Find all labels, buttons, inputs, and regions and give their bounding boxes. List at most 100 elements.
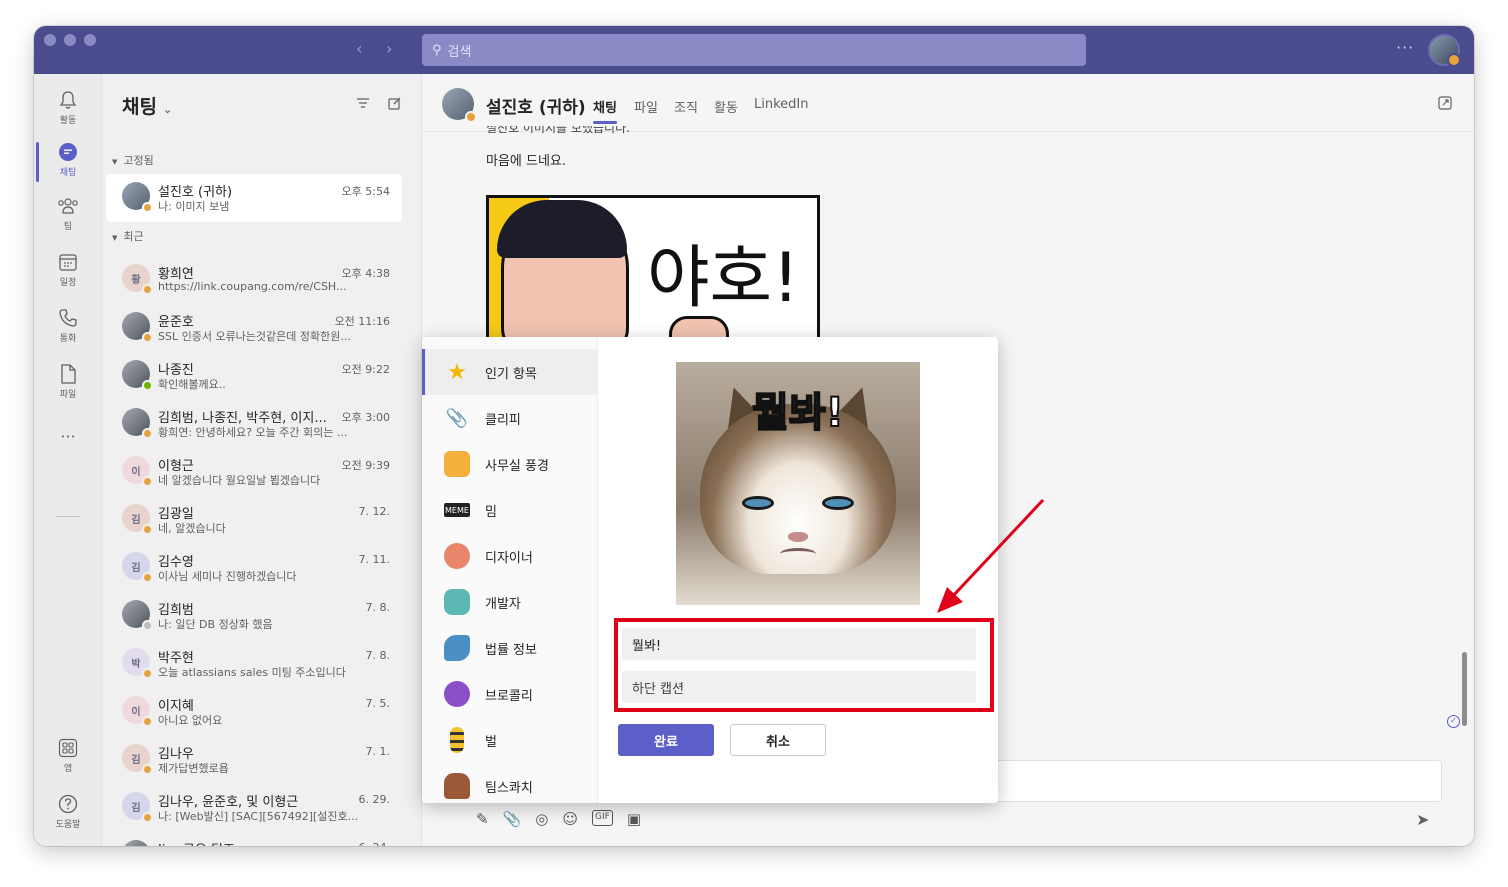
chat-time: 7. 1.: [365, 745, 391, 758]
chat-name: Jira 공유 팀즈: [158, 839, 235, 846]
rail-activity[interactable]: 활동: [34, 82, 102, 134]
chat-preview: 아니요 없어요: [158, 714, 223, 727]
rail-files[interactable]: 파일: [34, 356, 102, 408]
tab-files[interactable]: 파일: [634, 97, 658, 116]
chat-item-pinned[interactable]: 설진호 (귀하) 오후 5:54 나: 이미지 보냄: [106, 174, 402, 222]
category-developer[interactable]: 개발자: [422, 579, 597, 625]
contact-avatar[interactable]: [442, 88, 477, 123]
minimize-window-button[interactable]: [64, 34, 76, 46]
chat-item[interactable]: 이 이지혜 7. 5. 아니요 없어요: [106, 688, 402, 736]
rail-calls[interactable]: 통화: [34, 300, 102, 352]
chat-list-title[interactable]: 채팅 ⌄: [122, 92, 172, 119]
chat-item[interactable]: 김희범 7. 8. 나: 일단 DB 정상화 했음: [106, 592, 402, 640]
avatar: [122, 312, 153, 343]
chat-list-panel: 채팅 ⌄ ▼ 고정됨 설진호 (귀하) 오후 5:54 나: 이미지 보냄 ▼ 최근 …: [102, 74, 422, 846]
category-meme[interactable]: MEME 밈: [422, 487, 597, 533]
send-icon[interactable]: ➤: [1416, 810, 1429, 829]
legal-icon: [444, 635, 470, 661]
chat-time: 오전 9:39: [341, 459, 390, 472]
category-clippy[interactable]: 📎 클리피: [422, 395, 597, 441]
sent-sticker-image[interactable]: 야호!: [486, 195, 820, 345]
tab-chat[interactable]: 채팅: [593, 97, 617, 124]
avatar: 김: [122, 744, 153, 775]
avatar: [122, 360, 153, 391]
chat-item[interactable]: 박 박주현 7. 8. 오늘 atlassians sales 미팅 주소입니다: [106, 640, 402, 688]
category-sasquatch[interactable]: 팀스콰치: [422, 763, 597, 803]
read-receipt-icon: ✓: [1447, 715, 1460, 728]
sticker-text: 야호!: [647, 239, 800, 318]
category-designer[interactable]: 디자이너: [422, 533, 597, 579]
chat-item[interactable]: 김 김나우, 윤준호, 및 이형근 6. 29. 나: [Web발신] [SAC][5…: [106, 784, 402, 832]
chat-icon: [59, 143, 77, 161]
chat-item[interactable]: 김 김광일 7. 12. 네, 알겠습니다: [106, 496, 402, 544]
chat-item[interactable]: 김희범, 나종진, 박주현, 이지... 오후 3:00 황희연: 안녕하세요? 오…: [106, 400, 402, 448]
recent-section-header[interactable]: ▼ 최근: [112, 228, 144, 244]
tab-activity[interactable]: 활동: [714, 97, 738, 116]
loop-icon[interactable]: ◎: [535, 810, 548, 828]
tab-linkedin[interactable]: LinkedIn: [754, 97, 808, 112]
developer-icon: [444, 589, 470, 615]
avatar: 김: [122, 552, 153, 583]
avatar: [122, 840, 150, 846]
chat-preview: 확인해볼께요..: [158, 378, 226, 391]
meme-icon: MEME: [444, 503, 470, 517]
avatar: 이: [122, 696, 153, 727]
sticker-icon[interactable]: ▣: [627, 810, 641, 828]
chat-preview: 나: [Web발신] [SAC][567492][설진호...: [158, 810, 358, 823]
category-bee[interactable]: 벌: [422, 717, 597, 763]
chat-preview: https://link.coupang.com/re/CSH...: [158, 280, 347, 293]
chat-time: 7. 12.: [358, 505, 391, 518]
avatar: [122, 408, 153, 439]
scrollbar[interactable]: [1462, 652, 1467, 726]
rail-chat[interactable]: 채팅: [34, 134, 102, 186]
close-window-button[interactable]: [44, 34, 56, 46]
chat-item[interactable]: 김 김나우 7. 1. 제가답변했로욥: [106, 736, 402, 784]
new-chat-icon[interactable]: [388, 96, 402, 110]
rail-apps[interactable]: 앱: [34, 730, 102, 782]
chat-time: 7. 5.: [365, 697, 391, 710]
maximize-window-button[interactable]: [84, 34, 96, 46]
category-office[interactable]: 사무실 풍경: [422, 441, 597, 487]
help-icon: [58, 794, 78, 814]
category-broccoli[interactable]: 브로콜리: [422, 671, 597, 717]
chat-time: 오전 9:22: [341, 363, 390, 376]
chat-time: 7. 8.: [365, 601, 391, 614]
chat-item[interactable]: 윤준호 오전 11:16 SSL 인증서 오류나는것같은데 정확한원...: [106, 304, 402, 352]
broccoli-icon: [444, 681, 470, 707]
office-icon: [444, 451, 470, 477]
chat-item[interactable]: 나종진 오전 9:22 확인해볼께요..: [106, 352, 402, 400]
search-input[interactable]: ⚲ 검색: [422, 34, 1086, 66]
rail-teams[interactable]: 팀: [34, 188, 102, 240]
cancel-button[interactable]: 취소: [730, 724, 826, 756]
conversation-header: 설진호 (귀하) 채팅 파일 조직 활동 LinkedIn: [422, 74, 1474, 132]
paperclip-icon: 📎: [445, 407, 469, 429]
back-arrow-icon[interactable]: ‹: [356, 39, 362, 58]
rail-more-apps[interactable]: ···: [34, 410, 102, 462]
category-popular[interactable]: ★ 인기 항목: [422, 349, 597, 395]
gif-icon[interactable]: GIF: [592, 810, 613, 826]
rail-help[interactable]: 도움말: [34, 786, 102, 838]
format-icon[interactable]: ✎: [476, 810, 489, 828]
pinned-section-header[interactable]: ▼ 고정됨: [112, 152, 154, 168]
profile-avatar[interactable]: [1428, 34, 1461, 67]
attach-icon[interactable]: 📎: [503, 810, 522, 828]
search-icon: ⚲: [432, 42, 442, 58]
forward-arrow-icon[interactable]: ›: [386, 39, 392, 58]
more-options-icon[interactable]: ···: [1396, 38, 1414, 57]
emoji-icon[interactable]: ☺: [562, 810, 578, 828]
avatar: 김: [122, 504, 153, 535]
category-legal[interactable]: 법률 정보: [422, 625, 597, 671]
chat-item[interactable]: Jira 공유 팀즈 6. 24.: [106, 832, 402, 846]
contact-name[interactable]: 설진호 (귀하): [486, 93, 586, 118]
chat-item[interactable]: 김 김수영 7. 11. 이사님 세미나 진행하겠습니다: [106, 544, 402, 592]
filter-icon[interactable]: [356, 96, 370, 110]
chat-time: 오전 11:16: [334, 315, 390, 328]
rail-calendar[interactable]: 일정: [34, 244, 102, 296]
title-bar: ‹ › ⚲ 검색 ···: [34, 26, 1474, 74]
popout-icon[interactable]: [1438, 96, 1452, 110]
done-button[interactable]: 완료: [618, 724, 714, 756]
avatar: 박: [122, 648, 153, 679]
chat-item[interactable]: 이 이형근 오전 9:39 네 알겠습니다 월요일날 뵙겠습니다: [106, 448, 402, 496]
chat-item[interactable]: 황 황희연 오후 4:38 https://link.coupang.com/re/C…: [106, 256, 402, 304]
tab-org[interactable]: 조직: [674, 97, 698, 116]
